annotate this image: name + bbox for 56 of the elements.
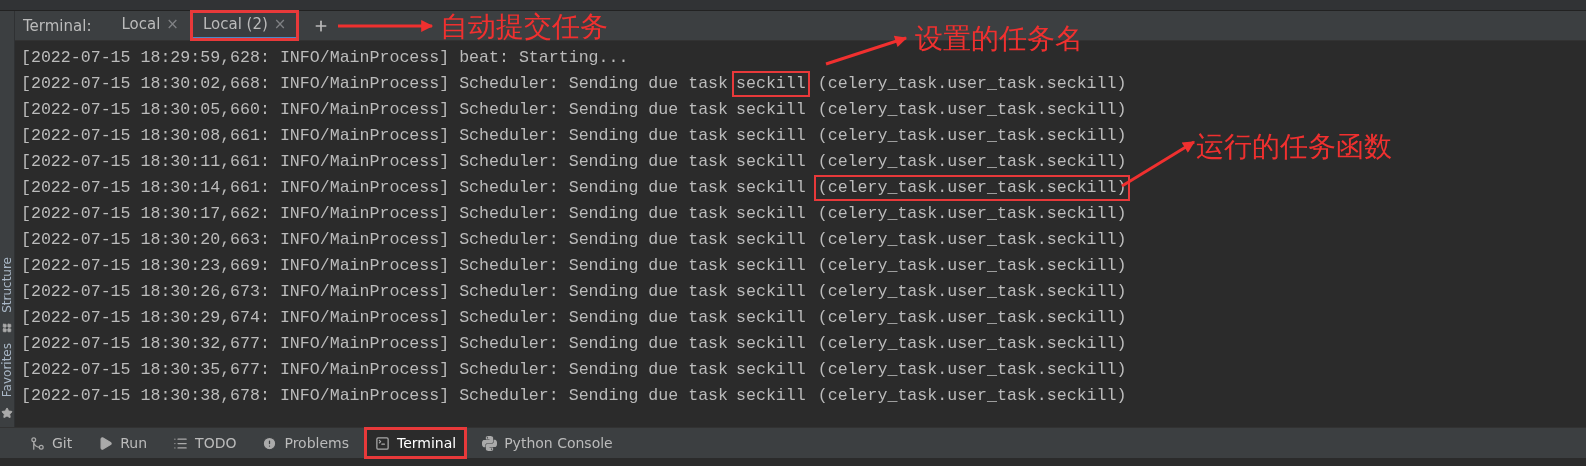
log-text: [2022-07-15 18:30:11,661: INFO/MainProcess] Scheduler: Sending due task bbox=[21, 151, 728, 173]
tool-window-button[interactable]: Problems bbox=[252, 428, 359, 458]
tab-label: Local bbox=[121, 15, 161, 33]
log-text: [2022-07-15 18:30:23,669: INFO/MainProcess] Scheduler: Sending due task bbox=[21, 255, 728, 277]
task-function: (celery_task.user_task.seckill) bbox=[816, 125, 1128, 147]
task-name: seckill bbox=[735, 359, 807, 381]
task-name: seckill bbox=[735, 385, 807, 407]
log-text: [2022-07-15 18:30:14,661: INFO/MainProcess] Scheduler: Sending due task bbox=[21, 177, 728, 199]
tool-window-button[interactable]: Terminal bbox=[365, 428, 467, 458]
task-name: seckill bbox=[735, 281, 807, 303]
task-function: (celery_task.user_task.seckill) bbox=[816, 385, 1128, 407]
tool-window-button[interactable]: Run bbox=[88, 428, 158, 458]
log-text: [2022-07-15 18:30:08,661: INFO/MainProcess] Scheduler: Sending due task bbox=[21, 125, 728, 147]
task-function: (celery_task.user_task.seckill) bbox=[816, 307, 1128, 329]
task-function: (celery_task.user_task.seckill) bbox=[816, 99, 1128, 121]
task-name: seckill bbox=[735, 203, 807, 225]
log-text: [2022-07-15 18:30:38,678: INFO/MainProcess] Scheduler: Sending due task bbox=[21, 385, 728, 407]
task-function: (celery_task.user_task.seckill) bbox=[816, 229, 1128, 251]
task-name: seckill bbox=[735, 151, 807, 173]
tool-window-button[interactable]: TODO bbox=[163, 428, 247, 458]
task-name: seckill bbox=[732, 71, 810, 97]
task-function: (celery_task.user_task.seckill) bbox=[813, 175, 1131, 201]
log-text: [2022-07-15 18:30:20,663: INFO/MainProcess] Scheduler: Sending due task bbox=[21, 229, 728, 251]
log-text: [2022-07-15 18:30:35,677: INFO/MainProcess] Scheduler: Sending due task bbox=[21, 359, 728, 381]
side-tab[interactable]: Structure bbox=[0, 256, 14, 313]
task-name: seckill bbox=[735, 333, 807, 355]
task-name: seckill bbox=[735, 99, 807, 121]
log-text: [2022-07-15 18:30:29,674: INFO/MainProcess] Scheduler: Sending due task bbox=[21, 307, 728, 329]
task-name: seckill bbox=[735, 255, 807, 277]
log-text: [2022-07-15 18:30:17,662: INFO/MainProcess] Scheduler: Sending due task bbox=[21, 203, 728, 225]
annotation-label: 设置的任务名 bbox=[915, 21, 1083, 57]
tab-label: Local (2) bbox=[202, 15, 268, 33]
task-name: seckill bbox=[735, 229, 807, 251]
task-function: (celery_task.user_task.seckill) bbox=[816, 203, 1128, 225]
task-function: (celery_task.user_task.seckill) bbox=[816, 281, 1128, 303]
log-line: [2022-07-15 18:29:59,628: INFO/MainProcess] beat: Starting... bbox=[21, 47, 629, 69]
task-name: seckill bbox=[735, 177, 807, 199]
terminal-tab[interactable]: Local (2) × bbox=[190, 11, 299, 40]
annotation-label: 自动提交任务 bbox=[440, 9, 608, 45]
terminal-tab[interactable]: Local × bbox=[109, 11, 191, 40]
task-function: (celery_task.user_task.seckill) bbox=[816, 359, 1128, 381]
log-text: [2022-07-15 18:30:26,673: INFO/MainProcess] Scheduler: Sending due task bbox=[21, 281, 728, 303]
side-tab[interactable]: Favorites bbox=[0, 342, 14, 397]
task-function: (celery_task.user_task.seckill) bbox=[816, 73, 1128, 95]
task-name: seckill bbox=[735, 125, 807, 147]
tool-window-button[interactable]: Git bbox=[20, 428, 83, 458]
log-text: [2022-07-15 18:30:02,668: INFO/MainProcess] Scheduler: Sending due task bbox=[21, 73, 728, 95]
log-text: [2022-07-15 18:30:32,677: INFO/MainProcess] Scheduler: Sending due task bbox=[21, 333, 728, 355]
panel-title: Terminal: bbox=[23, 16, 92, 35]
tool-window-button[interactable]: Python Console bbox=[472, 428, 623, 458]
task-function: (celery_task.user_task.seckill) bbox=[816, 333, 1128, 355]
log-text: [2022-07-15 18:30:05,660: INFO/MainProcess] Scheduler: Sending due task bbox=[21, 99, 728, 121]
annotation-label: 运行的任务函数 bbox=[1196, 129, 1392, 165]
task-function: (celery_task.user_task.seckill) bbox=[816, 151, 1128, 173]
task-name: seckill bbox=[735, 307, 807, 329]
task-function: (celery_task.user_task.seckill) bbox=[816, 255, 1128, 277]
